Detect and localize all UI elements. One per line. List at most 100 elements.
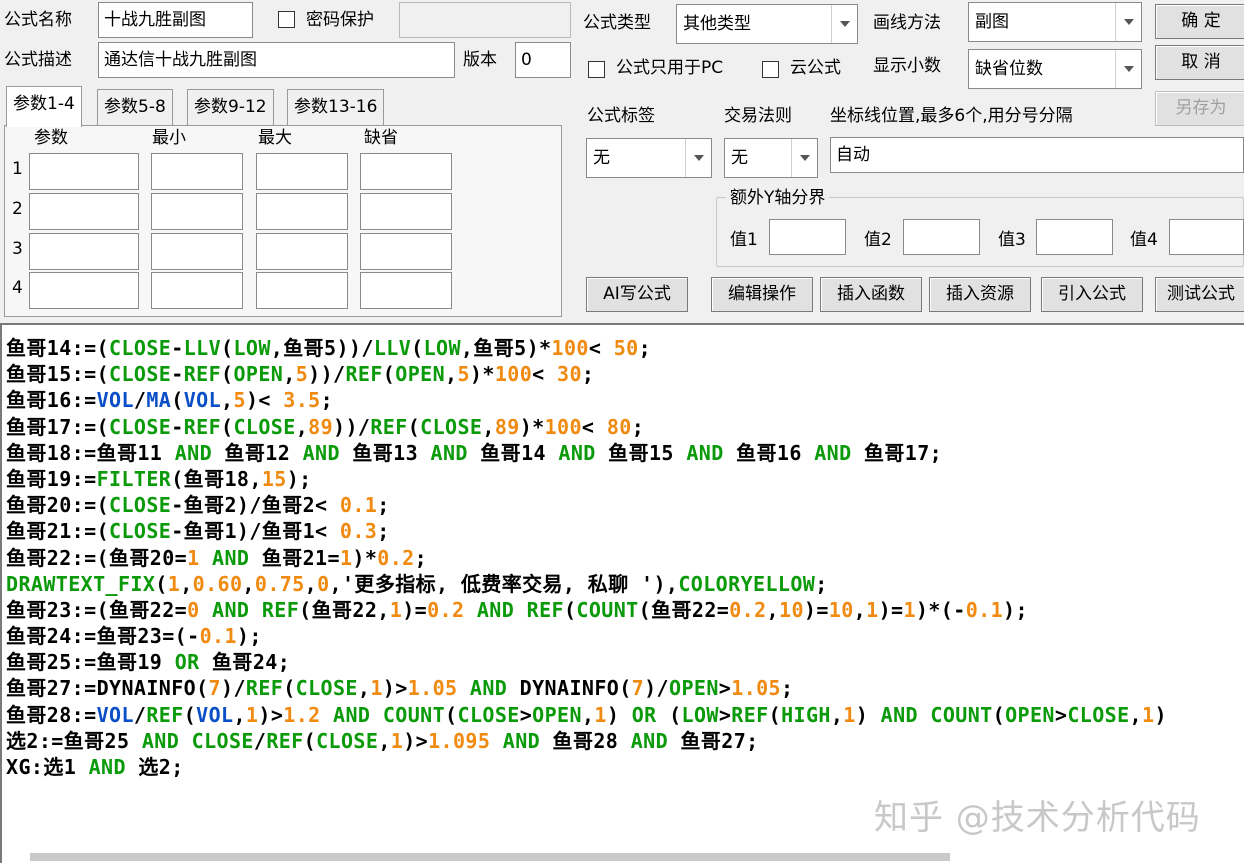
param-1-default[interactable] bbox=[360, 153, 452, 190]
param-3-max[interactable] bbox=[256, 233, 348, 270]
code-token: 鱼哥24; bbox=[199, 650, 291, 675]
cloud-checkbox[interactable] bbox=[762, 61, 779, 78]
cancel-button[interactable]: 取 消 bbox=[1155, 45, 1244, 80]
formula-type-select[interactable]: 其他类型 bbox=[676, 4, 858, 44]
param-1-name[interactable] bbox=[29, 153, 139, 190]
formula-type-label: 公式类型 bbox=[583, 13, 651, 33]
code-token: REF bbox=[370, 414, 408, 439]
y1-input[interactable] bbox=[769, 219, 846, 255]
code-token: CLOSE bbox=[1067, 702, 1130, 727]
param-2-default[interactable] bbox=[360, 193, 452, 230]
code-token: 鱼哥20:=( bbox=[6, 493, 110, 518]
code-token: ( bbox=[768, 702, 782, 727]
decimals-select[interactable]: 缺省位数 bbox=[968, 49, 1142, 89]
code-token: 1.095 bbox=[428, 728, 491, 753]
param-4-name[interactable] bbox=[29, 272, 139, 309]
param-4-min[interactable] bbox=[151, 272, 243, 309]
code-line: DRAWTEXT_FIX(1,0.60,0.75,0,'更多指标, 低费率交易,… bbox=[6, 571, 1167, 597]
y4-input[interactable] bbox=[1169, 219, 1244, 255]
code-token: OPEN bbox=[532, 702, 582, 727]
code-token: / bbox=[133, 702, 147, 727]
param-2-name[interactable] bbox=[29, 193, 139, 230]
code-token: , bbox=[357, 676, 371, 701]
code-token: AND bbox=[212, 597, 250, 622]
axis-position-input[interactable]: 自动 bbox=[830, 137, 1244, 173]
chevron-down-icon[interactable] bbox=[1115, 3, 1141, 41]
version-input[interactable]: 0 bbox=[515, 42, 571, 78]
code-token: , bbox=[853, 597, 867, 622]
y1-label: 值1 bbox=[730, 230, 758, 250]
ai-write-button[interactable]: AI写公式 bbox=[586, 277, 688, 312]
code-token: 1 bbox=[390, 728, 404, 753]
tab-params-13-16[interactable]: 参数13-16 bbox=[287, 89, 385, 126]
axis-position-label: 坐标线位置,最多6个,用分号分隔 bbox=[830, 106, 1073, 126]
chevron-down-icon[interactable] bbox=[791, 139, 817, 177]
chevron-down-icon[interactable] bbox=[1115, 50, 1141, 88]
code-token: )= bbox=[878, 597, 904, 622]
param-4-max[interactable] bbox=[256, 272, 348, 309]
code-token: < bbox=[581, 414, 607, 439]
param-4-default[interactable] bbox=[360, 272, 452, 309]
ok-button[interactable]: 确 定 bbox=[1155, 4, 1244, 39]
code-token: REF bbox=[345, 362, 383, 387]
code-token: 50 bbox=[613, 336, 639, 360]
param-1-max[interactable] bbox=[256, 153, 348, 190]
code-token: 鱼哥28:= bbox=[6, 702, 97, 727]
formula-desc-input[interactable]: 通达信十战九胜副图 bbox=[98, 42, 455, 78]
tab-params-5-8[interactable]: 参数5-8 bbox=[97, 89, 173, 126]
code-token: (鱼哥18, bbox=[171, 466, 262, 491]
pc-only-checkbox[interactable] bbox=[588, 61, 605, 78]
code-token: REF bbox=[183, 362, 222, 387]
code-editor[interactable]: 鱼哥14:=(CLOSE-LLV(LOW,鱼哥5))/LLV(LOW,鱼哥5)*… bbox=[0, 323, 1244, 863]
code-line: 鱼哥14:=(CLOSE-LLV(LOW,鱼哥5))/LLV(LOW,鱼哥5)*… bbox=[6, 335, 1167, 361]
param-3-default[interactable] bbox=[360, 233, 452, 270]
code-token: ; bbox=[581, 362, 595, 387]
chevron-down-icon[interactable] bbox=[685, 139, 711, 177]
code-token: 鱼哥18:=鱼哥11 bbox=[6, 440, 175, 465]
param-1-min[interactable] bbox=[151, 153, 243, 190]
param-3-name[interactable] bbox=[29, 233, 139, 270]
code-token: AND bbox=[469, 676, 508, 701]
code-token: ( bbox=[656, 702, 682, 727]
chevron-down-icon[interactable] bbox=[831, 5, 857, 43]
tab-params-9-12[interactable]: 参数9-12 bbox=[187, 89, 274, 126]
code-token: 89 bbox=[308, 414, 334, 439]
code-token: 选2:=鱼哥25 bbox=[6, 728, 142, 753]
save-as-button: 另存为 bbox=[1155, 91, 1244, 126]
tab-params-1-4[interactable]: 参数1-4 bbox=[6, 86, 82, 127]
tag-select[interactable]: 无 bbox=[586, 138, 712, 178]
code-token: AND bbox=[212, 545, 250, 570]
import-formula-button[interactable]: 引入公式 bbox=[1041, 277, 1143, 312]
code-token: > bbox=[718, 702, 732, 727]
password-checkbox[interactable] bbox=[278, 11, 295, 28]
code-token: , bbox=[1129, 702, 1142, 727]
param-2-min[interactable] bbox=[151, 193, 243, 230]
test-formula-button[interactable]: 测试公式 bbox=[1155, 277, 1244, 312]
param-2-max[interactable] bbox=[256, 193, 348, 230]
trade-rule-select[interactable]: 无 bbox=[724, 138, 818, 178]
code-line: 鱼哥15:=(CLOSE-REF(OPEN,5))/REF(OPEN,5)*10… bbox=[6, 361, 1167, 387]
formula-name-input[interactable]: 十战九胜副图 bbox=[98, 2, 253, 38]
code-token: 0.3 bbox=[339, 519, 378, 544]
param-3-min[interactable] bbox=[151, 233, 243, 270]
insert-resource-button[interactable]: 插入资源 bbox=[929, 277, 1031, 312]
tag-value: 无 bbox=[593, 148, 610, 168]
insert-function-button[interactable]: 插入函数 bbox=[820, 277, 922, 312]
code-line: 鱼哥19:=FILTER(鱼哥18,15); bbox=[6, 466, 1167, 492]
code-token: AND bbox=[476, 597, 515, 622]
y2-input[interactable] bbox=[903, 219, 980, 255]
code-token: REF bbox=[526, 597, 564, 622]
code-token: 5 bbox=[295, 362, 309, 387]
y3-input[interactable] bbox=[1036, 219, 1113, 255]
horizontal-scrollbar[interactable] bbox=[30, 853, 950, 861]
code-token: 鱼哥16 bbox=[723, 440, 815, 465]
draw-method-select[interactable]: 副图 bbox=[968, 2, 1142, 42]
code-token: CLOSE bbox=[233, 414, 296, 439]
code-token: AND bbox=[141, 728, 180, 753]
code-token: ) bbox=[606, 702, 632, 727]
edit-ops-button[interactable]: 编辑操作 bbox=[711, 277, 813, 312]
code-token: DYNAINFO( bbox=[507, 676, 632, 701]
code-token: OPEN bbox=[395, 362, 446, 387]
code-token: 鱼哥27:=DYNAINFO( bbox=[6, 676, 209, 701]
